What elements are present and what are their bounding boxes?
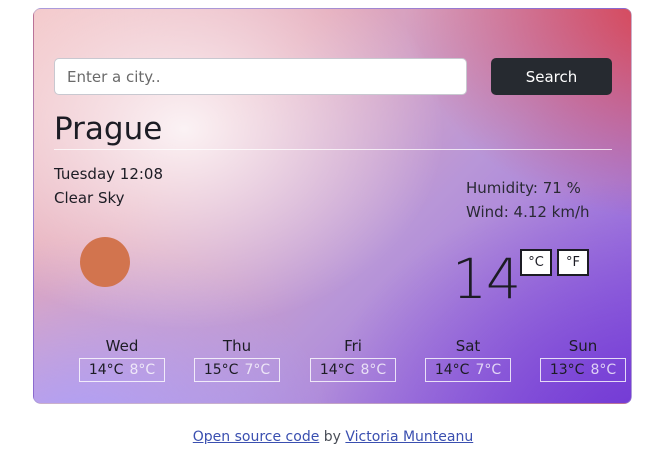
weather-description: Clear Sky xyxy=(54,189,125,207)
forecast-min: 7°C xyxy=(475,362,502,378)
forecast-max: 14°C xyxy=(319,362,355,378)
author-link[interactable]: Victoria Munteanu xyxy=(345,429,473,445)
current-temperature: 14 xyxy=(452,247,521,311)
forecast-temps: 13°C 8°C xyxy=(539,358,627,382)
forecast-max: 13°C xyxy=(549,362,585,378)
forecast-temps: 14°C 8°C xyxy=(78,358,166,382)
forecast-day: Sun 13°C 8°C xyxy=(533,336,631,382)
city-name: Prague xyxy=(54,111,163,147)
fahrenheit-button[interactable]: °F xyxy=(557,249,589,276)
forecast-min: 8°C xyxy=(129,362,156,378)
footer: Open source code by Victoria Munteanu xyxy=(0,429,666,445)
celsius-button[interactable]: °C xyxy=(520,249,552,276)
forecast-min: 8°C xyxy=(590,362,617,378)
forecast-temps: 14°C 7°C xyxy=(424,358,512,382)
forecast-max: 14°C xyxy=(88,362,124,378)
wind-speed: Wind: 4.12 km/h xyxy=(466,203,590,221)
open-source-link[interactable]: Open source code xyxy=(193,429,320,445)
forecast-day-name: Wed xyxy=(105,337,139,355)
date-time: Tuesday 12:08 xyxy=(54,165,164,183)
forecast-day-name: Sat xyxy=(455,337,481,355)
forecast-min: 7°C xyxy=(244,362,271,378)
forecast: Wed 14°C 8°C Thu 15°C 7°C Fri 14°C 8°C Sat … xyxy=(54,336,627,386)
forecast-day: Thu 15°C 7°C xyxy=(187,336,287,382)
forecast-day-name: Fri xyxy=(344,337,362,355)
forecast-day: Wed 14°C 8°C xyxy=(72,336,172,382)
weather-card: Search Prague Tuesday 12:08 Clear Sky Hu… xyxy=(33,8,632,404)
footer-by-text: by xyxy=(319,429,346,445)
forecast-day-name: Sun xyxy=(568,337,598,355)
forecast-day-name: Thu xyxy=(222,337,252,355)
forecast-temps: 14°C 8°C xyxy=(309,358,397,382)
divider xyxy=(54,149,612,150)
forecast-day: Sat 14°C 7°C xyxy=(418,336,518,382)
forecast-temps: 15°C 7°C xyxy=(193,358,281,382)
humidity: Humidity: 71 % xyxy=(466,179,581,197)
forecast-max: 14°C xyxy=(434,362,470,378)
sun-icon xyxy=(80,237,130,287)
forecast-day: Fri 14°C 8°C xyxy=(303,336,403,382)
search-button[interactable]: Search xyxy=(491,58,612,95)
forecast-min: 8°C xyxy=(360,362,387,378)
forecast-max: 15°C xyxy=(203,362,239,378)
city-search-input[interactable] xyxy=(54,58,467,95)
